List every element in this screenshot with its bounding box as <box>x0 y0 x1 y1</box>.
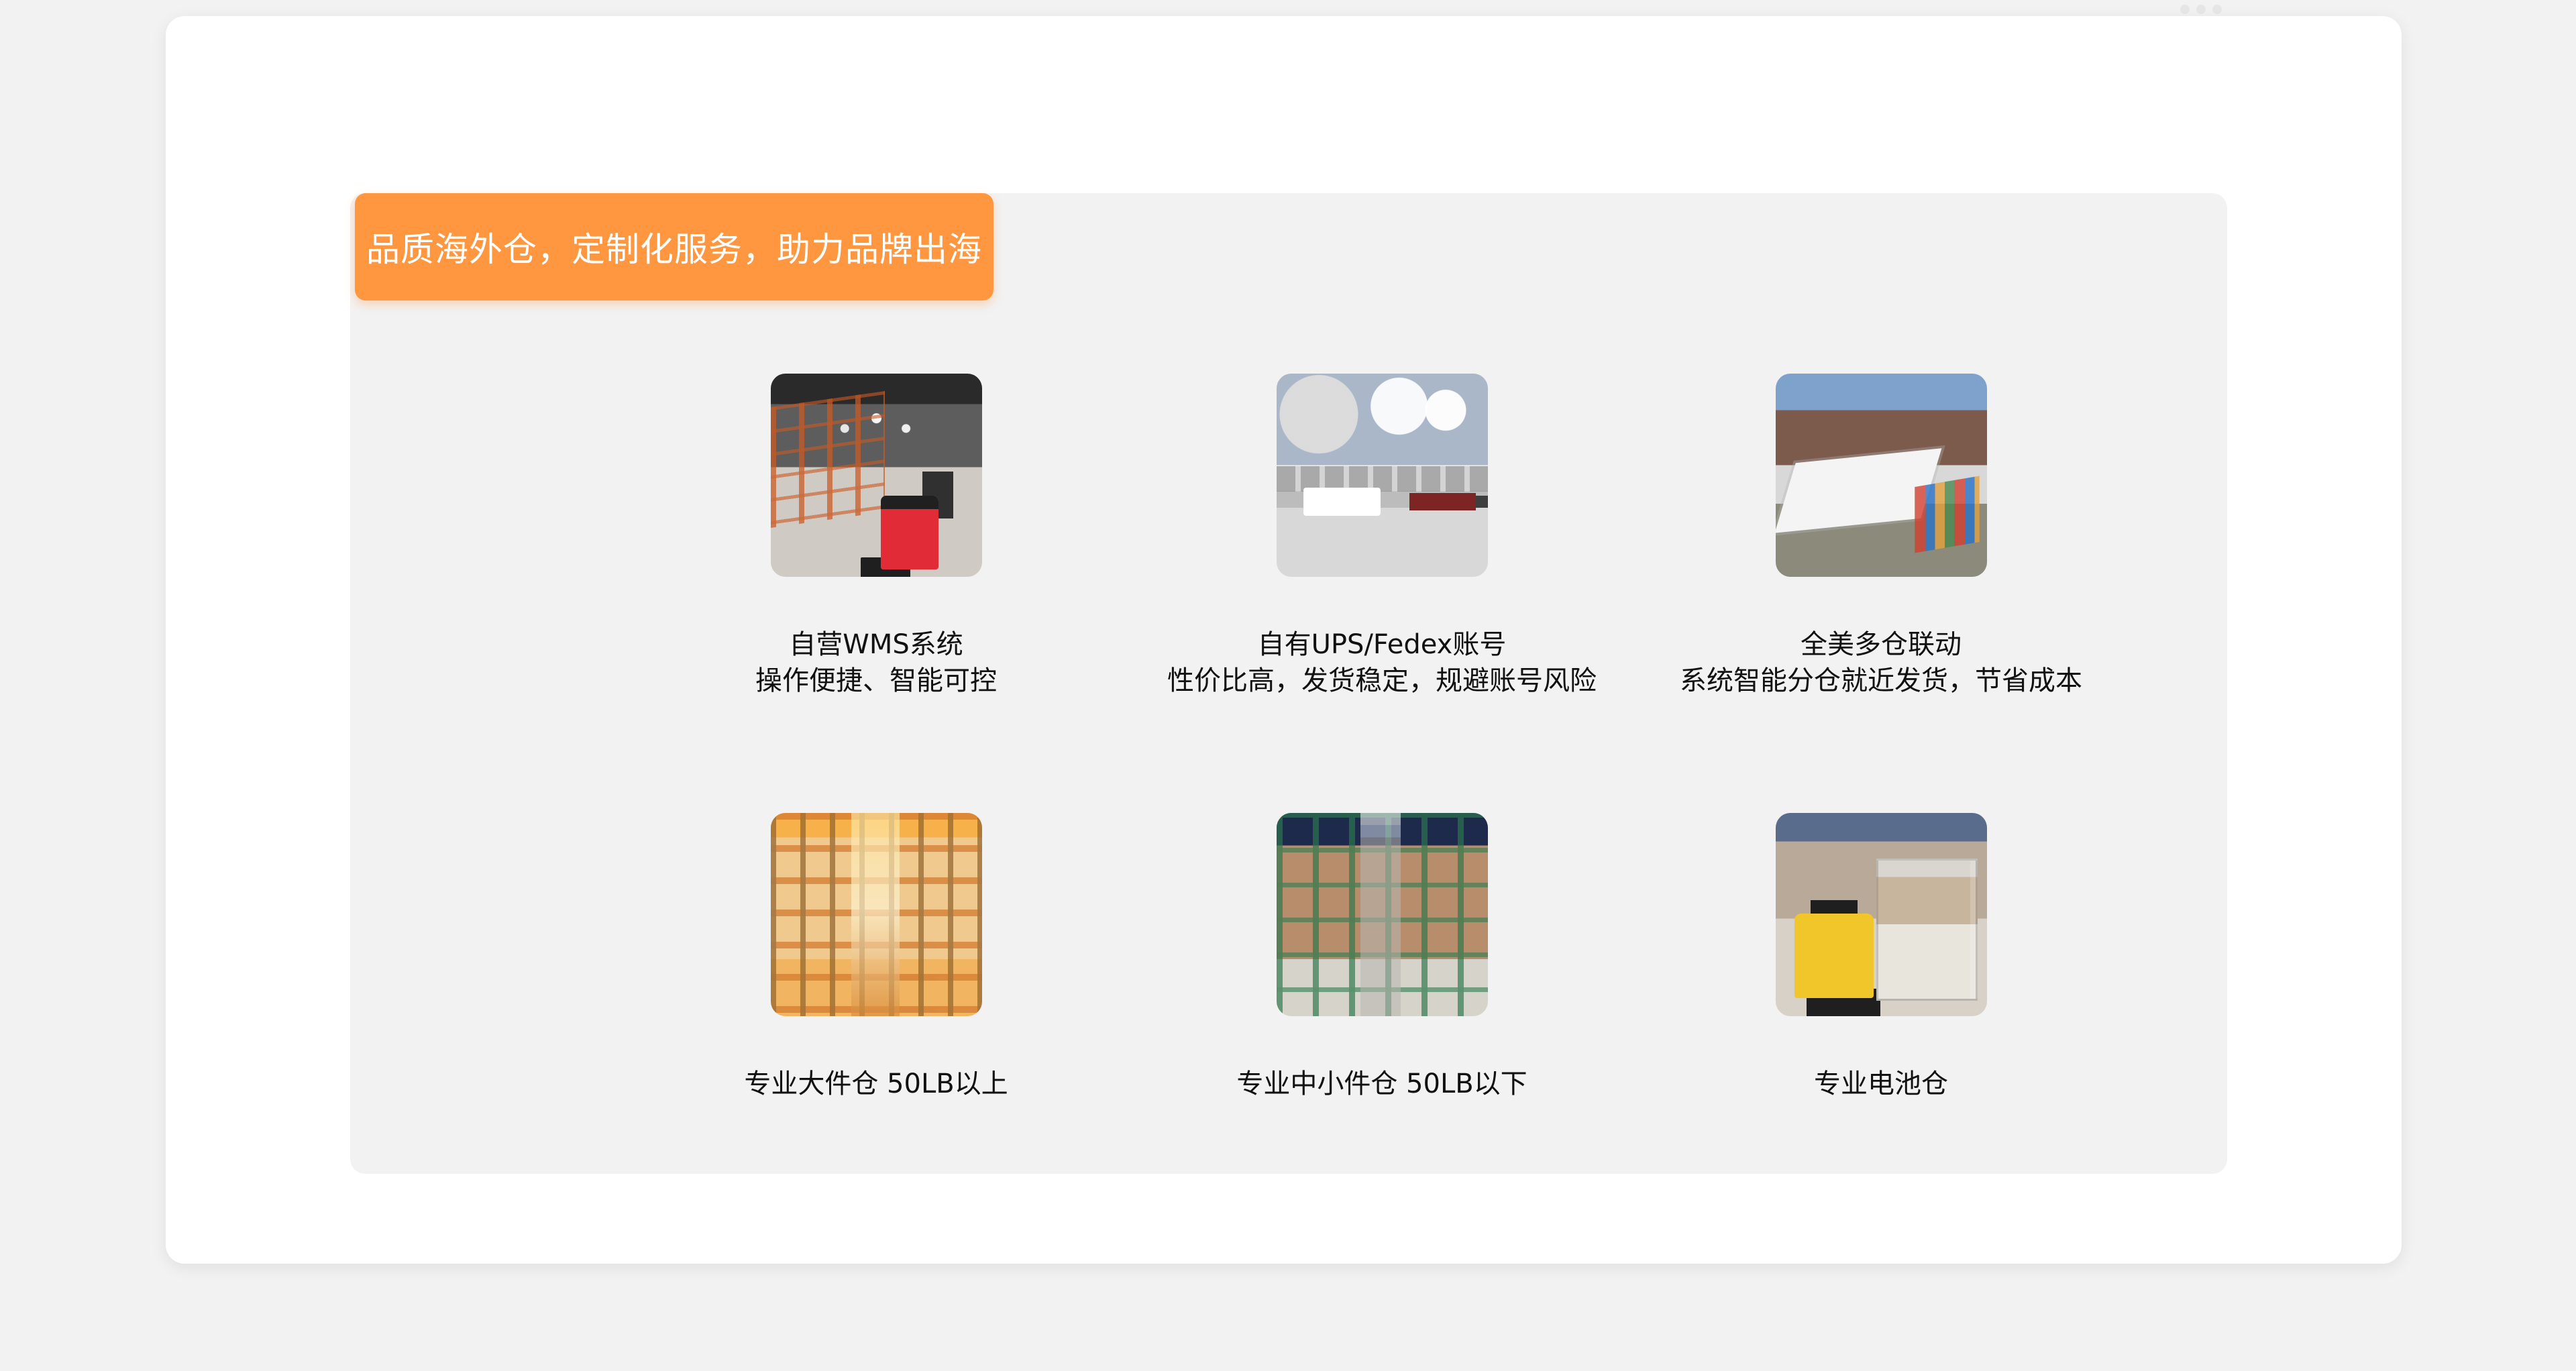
service-banner: 品质海外仓，定制化服务，助力品牌出海 <box>355 193 994 300</box>
feature-title-large-items: 专业大件仓 50LB以上 <box>744 1068 1008 1099</box>
warehouse-forklift-image <box>770 374 982 577</box>
feature-text-ups-fedex: 自有UPS/Fedex账号 性价比高，发货稳定，规避账号风险 <box>1127 626 1637 699</box>
feature-subtitle-multi-warehouse: 系统智能分仓就近发货，节省成本 <box>1680 665 2082 696</box>
feature-large-items: 专业大件仓 50LB以上 <box>621 813 1131 1102</box>
dot-1 <box>2180 5 2190 14</box>
feature-multi-warehouse: 全美多仓联动 系统智能分仓就近发货，节省成本 <box>1626 374 2136 699</box>
large-item-warehouse-image <box>770 813 982 1016</box>
feature-text-wms: 自营WMS系统 操作便捷、智能可控 <box>621 626 1131 699</box>
feature-wms: 自营WMS系统 操作便捷、智能可控 <box>621 374 1131 699</box>
feature-subtitle-ups-fedex: 性价比高，发货稳定，规避账号风险 <box>1167 665 1597 696</box>
feature-small-items: 专业中小件仓 50LB以下 <box>1127 813 1637 1102</box>
main-card: 品质海外仓，定制化服务，助力品牌出海 自营WMS系统 操作便捷、智能可控 自有U… <box>166 5 2402 1264</box>
feature-text-battery-warehouse: 专业电池仓 <box>1626 1066 2136 1102</box>
feature-title-ups-fedex: 自有UPS/Fedex账号 <box>1257 629 1507 660</box>
feature-battery-warehouse: 专业电池仓 <box>1626 813 2136 1102</box>
feature-title-wms: 自营WMS系统 <box>789 629 963 660</box>
feature-title-small-items: 专业中小件仓 50LB以下 <box>1236 1068 1527 1099</box>
aerial-warehouse-image <box>1775 374 1987 577</box>
loading-dock-image <box>1276 374 1488 577</box>
feature-ups-fedex: 自有UPS/Fedex账号 性价比高，发货稳定，规避账号风险 <box>1127 374 1637 699</box>
dot-3 <box>2212 5 2222 14</box>
small-item-warehouse-image <box>1276 813 1488 1016</box>
service-panel: 品质海外仓，定制化服务，助力品牌出海 自营WMS系统 操作便捷、智能可控 自有U… <box>350 193 2227 1174</box>
top-dots <box>2174 4 2228 15</box>
feature-text-small-items: 专业中小件仓 50LB以下 <box>1127 1066 1637 1102</box>
feature-title-battery-warehouse: 专业电池仓 <box>1814 1068 1948 1099</box>
feature-subtitle-wms: 操作便捷、智能可控 <box>755 665 997 696</box>
feature-text-multi-warehouse: 全美多仓联动 系统智能分仓就近发货，节省成本 <box>1626 626 2136 699</box>
feature-title-multi-warehouse: 全美多仓联动 <box>1801 629 1962 660</box>
dot-2 <box>2196 5 2206 14</box>
battery-warehouse-image <box>1775 813 1987 1016</box>
feature-text-large-items: 专业大件仓 50LB以上 <box>621 1066 1131 1102</box>
